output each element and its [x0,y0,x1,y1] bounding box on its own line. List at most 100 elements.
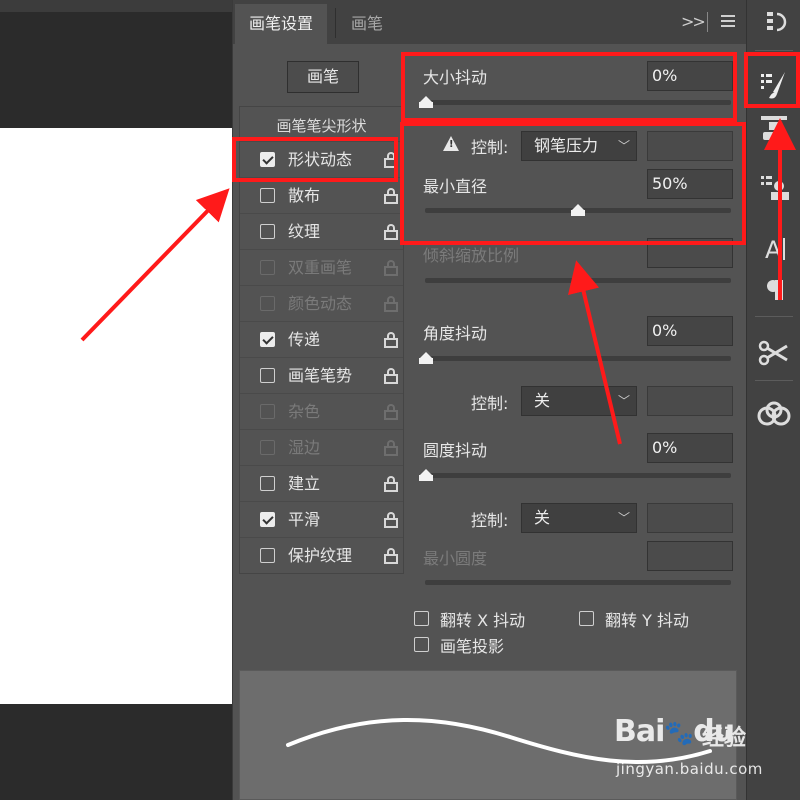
option-checkbox [260,260,275,275]
option-checkbox[interactable] [260,188,275,203]
option-label: 建立 [288,474,321,493]
option-checkbox[interactable] [260,512,275,527]
document-strip [0,0,232,12]
brush-option-item: 湿边 [240,429,403,465]
watermark-url: jingyan.baidu.com [616,760,763,778]
toolbar-divider [755,50,793,51]
option-label: 平滑 [288,510,321,529]
brushes-button[interactable]: 画笔 [287,61,359,93]
option-checkbox[interactable] [260,548,275,563]
unlock-icon [384,296,398,312]
chevron-down-icon: ﹀ [617,511,630,525]
toolbar-divider [755,316,793,317]
brush-projection-label: 画笔投影 [440,637,505,656]
angle-jitter-knob[interactable] [419,352,433,364]
option-checkbox[interactable] [260,476,275,491]
brush-option-item: 颜色动态 [240,285,403,321]
paragraph-icon[interactable] [747,266,800,312]
flip-y-label: 翻转 Y 抖动 [605,611,689,630]
brush-tip-shape-item[interactable]: 画笔笔尖形状 [240,107,403,141]
angle-jitter-label: 角度抖动 [423,324,488,343]
flip-x-checkbox[interactable] [414,611,429,626]
roundness-jitter-knob[interactable] [419,469,433,481]
canvas-dark-top [0,0,232,128]
canvas-dark-bottom [0,704,232,800]
header-divider [707,12,708,32]
roundness-control-fade-input [647,503,733,533]
highlight-min-diameter [400,122,746,245]
roundness-control-value: 关 [534,508,551,527]
tab-separator [335,8,336,38]
creative-cloud-icon[interactable] [747,392,800,438]
option-checkbox[interactable] [260,368,275,383]
unlock-icon[interactable] [384,476,398,492]
tilt-scale-slider [425,278,731,283]
toolbar-divider [755,380,793,381]
chevron-down-icon: ﹀ [617,394,630,408]
document-canvas[interactable] [0,128,232,704]
clone-source-icon[interactable] [747,108,800,154]
angle-jitter-input[interactable]: 0% [647,316,733,346]
option-checkbox [260,296,275,311]
angle-control-fade-input [647,386,733,416]
history-icon[interactable] [747,0,800,46]
panel-menu-icon[interactable] [721,15,735,27]
panel-tab-bar: 画笔设置 画笔 >> [233,0,747,44]
flip-x-label: 翻转 X 抖动 [440,611,526,630]
watermark-jingyan: 经验 [702,726,747,751]
roundness-jitter-label: 圆度抖动 [423,441,488,460]
angle-jitter-slider[interactable] [419,352,731,364]
unlock-icon [384,404,398,420]
roundness-control-dropdown[interactable]: 关 ﹀ [521,503,637,533]
angle-control-dropdown[interactable]: 关 ﹀ [521,386,637,416]
brush-option-item[interactable]: 传递 [240,321,403,357]
unlock-icon[interactable] [384,224,398,240]
collapse-panel-icon[interactable]: >> [681,12,706,31]
option-label: 散布 [288,186,321,205]
unlock-icon [384,260,398,276]
tab-brushes[interactable]: 画笔 [337,4,397,44]
unlock-icon[interactable] [384,548,398,564]
unlock-icon [384,440,398,456]
highlight-brush-settings-tool [744,52,800,108]
unlock-icon[interactable] [384,368,398,384]
angle-control-value: 关 [534,391,551,410]
cut-tool-icon[interactable] [747,330,800,376]
highlight-size-jitter [401,52,737,122]
right-toolbar: A [746,0,800,800]
brush-option-item[interactable]: 建立 [240,465,403,501]
unlock-icon[interactable] [384,512,398,528]
roundness-control-label: 控制: [471,511,509,530]
tilt-scale-label: 倾斜缩放比例 [423,246,520,265]
tool-presets-icon[interactable] [747,164,800,210]
roundness-jitter-input[interactable]: 0% [647,433,733,463]
brush-option-item[interactable]: 保护纹理 [240,537,403,573]
option-label: 湿边 [288,438,321,457]
unlock-icon[interactable] [384,188,398,204]
min-roundness-input [647,541,733,571]
highlight-shape-dynamics [232,137,398,182]
svg-text:A: A [765,236,782,264]
option-label: 纹理 [288,222,321,241]
option-checkbox[interactable] [260,224,275,239]
brush-option-item[interactable]: 纹理 [240,213,403,249]
brush-option-item[interactable]: 画笔笔势 [240,357,403,393]
brush-option-item[interactable]: 散布 [240,177,403,213]
option-label: 保护纹理 [288,546,353,565]
tab-brush-settings[interactable]: 画笔设置 [235,4,328,44]
min-roundness-label: 最小圆度 [423,549,488,568]
flip-y-checkbox[interactable] [579,611,594,626]
brush-option-item: 双重画笔 [240,249,403,285]
option-label: 杂色 [288,402,321,421]
angle-control-label: 控制: [471,394,509,413]
option-checkbox [260,404,275,419]
option-label: 传递 [288,330,321,349]
unlock-icon[interactable] [384,332,398,348]
min-roundness-slider [425,580,731,585]
option-label: 双重画笔 [288,258,353,277]
brush-projection-checkbox[interactable] [414,637,429,652]
option-checkbox [260,440,275,455]
brush-option-item[interactable]: 平滑 [240,501,403,537]
option-checkbox[interactable] [260,332,275,347]
roundness-jitter-slider[interactable] [419,469,731,481]
